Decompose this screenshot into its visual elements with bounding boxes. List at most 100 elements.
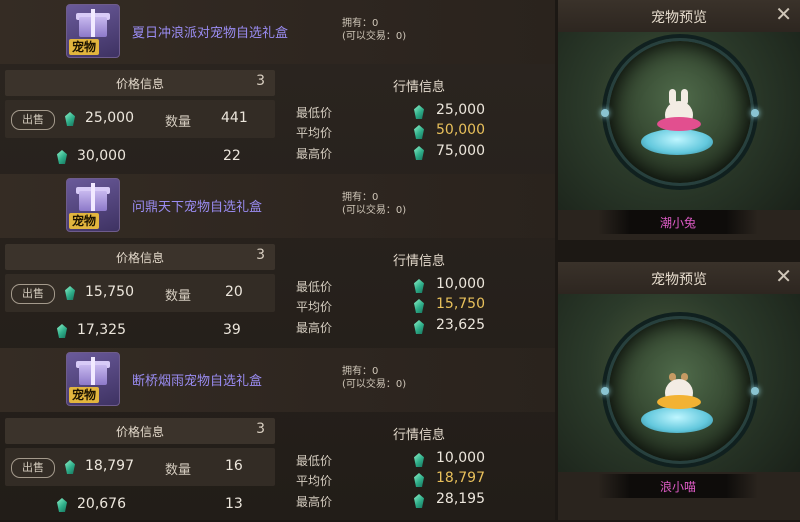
item-header[interactable]: 宠物 断桥烟雨宠物自选礼盒 拥有：0 (可以交易：0) bbox=[0, 348, 555, 412]
pet-portrait-frame bbox=[601, 316, 759, 464]
avg-price-label: 平均价 bbox=[296, 126, 333, 140]
min-price: 10,000 bbox=[436, 276, 485, 292]
gem-icon bbox=[414, 299, 424, 313]
pet-preview-title: 宠物预览 bbox=[651, 10, 707, 26]
listing-quantity: 441 bbox=[221, 110, 248, 126]
tradable-count: (可以交易：0) bbox=[342, 379, 407, 390]
price-panel-title: 价格信息 bbox=[115, 251, 164, 265]
listing-quantity: 20 bbox=[225, 284, 243, 300]
gift-box-icon[interactable]: 宠物 bbox=[66, 178, 120, 232]
listing-quantity: 16 bbox=[225, 458, 243, 474]
gem-icon bbox=[414, 453, 424, 467]
listing-row[interactable]: 20,676 13 bbox=[5, 492, 275, 518]
max-price: 23,625 bbox=[436, 317, 485, 333]
listing-count: 3 bbox=[256, 247, 265, 263]
avg-price: 15,750 bbox=[436, 296, 485, 312]
quantity-label: 数量 bbox=[165, 115, 192, 130]
listing-row[interactable]: 出售 15,750 数量 20 bbox=[5, 274, 275, 312]
max-price-row: 最高价 23,625 bbox=[284, 317, 554, 337]
avg-price-label: 平均价 bbox=[296, 300, 333, 314]
tradable-count: (可以交易：0) bbox=[342, 31, 407, 42]
frame-gem-icon bbox=[601, 109, 609, 117]
gem-icon bbox=[57, 498, 67, 512]
avg-price-label: 平均价 bbox=[296, 474, 333, 488]
pet-model bbox=[657, 367, 701, 411]
listing-count: 3 bbox=[256, 73, 265, 89]
min-price-label: 最低价 bbox=[296, 454, 333, 468]
max-price-label: 最高价 bbox=[296, 321, 333, 335]
owned-count: 拥有：0 bbox=[342, 18, 379, 29]
item-header[interactable]: 宠物 夏日冲浪派对宠物自选礼盒 拥有：0 (可以交易：0) bbox=[0, 0, 555, 64]
max-price: 28,195 bbox=[436, 491, 485, 507]
owned-count: 拥有：0 bbox=[342, 366, 379, 377]
listing-row[interactable]: 出售 18,797 数量 16 bbox=[5, 448, 275, 486]
pet-name: 潮小兔 bbox=[659, 216, 696, 230]
avg-price-row: 平均价 15,750 bbox=[284, 296, 554, 316]
close-icon[interactable]: ✕ bbox=[775, 264, 792, 288]
pet-preview-header: 宠物预览 ✕ bbox=[558, 262, 800, 294]
item-header[interactable]: 宠物 问鼎天下宠物自选礼盒 拥有：0 (可以交易：0) bbox=[0, 174, 555, 238]
market-info-title: 行情信息 bbox=[392, 428, 445, 443]
item-name: 夏日冲浪派对宠物自选礼盒 bbox=[132, 26, 289, 41]
gem-icon bbox=[57, 324, 67, 338]
item-tag: 宠物 bbox=[69, 387, 100, 403]
gem-icon bbox=[414, 105, 424, 119]
price-panel-title: 价格信息 bbox=[115, 425, 164, 439]
listing-row[interactable]: 出售 25,000 数量 441 bbox=[5, 100, 275, 138]
gem-icon bbox=[65, 286, 75, 300]
max-price-label: 最高价 bbox=[296, 495, 333, 509]
item-name: 断桥烟雨宠物自选礼盒 bbox=[132, 374, 263, 389]
listing-row[interactable]: 30,000 22 bbox=[5, 144, 275, 170]
listing-price: 15,750 bbox=[85, 284, 134, 300]
max-price-row: 最高价 28,195 bbox=[284, 491, 554, 511]
frame-gem-icon bbox=[601, 387, 609, 395]
market-info-title: 行情信息 bbox=[392, 254, 445, 269]
pet-preview-panel: 宠物预览 ✕ 浪小喵 bbox=[558, 262, 800, 520]
market-info-title: 行情信息 bbox=[392, 80, 445, 95]
gem-icon bbox=[414, 494, 424, 508]
max-price: 75,000 bbox=[436, 143, 485, 159]
quantity-label: 数量 bbox=[165, 289, 192, 304]
price-panel-header: 价格信息 3 bbox=[5, 244, 275, 270]
min-price-row: 最低价 10,000 bbox=[284, 450, 554, 470]
listing-row[interactable]: 17,325 39 bbox=[5, 318, 275, 344]
pet-name: 浪小喵 bbox=[659, 480, 696, 494]
avg-price-row: 平均价 18,797 bbox=[284, 470, 554, 490]
listing-price: 20,676 bbox=[77, 496, 126, 512]
avg-price: 18,797 bbox=[436, 470, 485, 486]
pet-portrait-frame bbox=[601, 38, 759, 186]
market-info-panel: 行情信息 最低价 10,000 平均价 15,750 最高价 23,625 bbox=[284, 244, 554, 344]
gift-box-icon[interactable]: 宠物 bbox=[66, 352, 120, 406]
frame-gem-icon bbox=[751, 109, 759, 117]
sell-button[interactable]: 出售 bbox=[11, 458, 55, 478]
listing-price: 18,797 bbox=[85, 458, 134, 474]
gem-icon bbox=[414, 279, 424, 293]
price-panel-header: 价格信息 3 bbox=[5, 70, 275, 96]
owned-count: 拥有：0 bbox=[342, 192, 379, 203]
owned-info: 拥有：0 (可以交易：0) bbox=[342, 191, 406, 217]
frame-gem-icon bbox=[751, 387, 759, 395]
gem-icon bbox=[65, 112, 75, 126]
pet-preview-title: 宠物预览 bbox=[651, 272, 707, 288]
item-name: 问鼎天下宠物自选礼盒 bbox=[132, 200, 263, 215]
listing-quantity: 39 bbox=[223, 322, 241, 338]
pet-preview-scene[interactable] bbox=[558, 294, 800, 472]
min-price-label: 最低价 bbox=[296, 280, 333, 294]
market-item: 宠物 断桥烟雨宠物自选礼盒 拥有：0 (可以交易：0) 价格信息 3 出售 18… bbox=[0, 348, 555, 522]
max-price-label: 最高价 bbox=[296, 147, 333, 161]
pet-name-bar: 浪小喵 bbox=[598, 474, 758, 498]
sell-button[interactable]: 出售 bbox=[11, 284, 55, 304]
pet-preview-panel: 宠物预览 ✕ 潮小兔 bbox=[558, 0, 800, 240]
sell-button[interactable]: 出售 bbox=[11, 110, 55, 130]
gem-icon bbox=[65, 460, 75, 474]
price-panel-header: 价格信息 3 bbox=[5, 418, 275, 444]
avg-price-row: 平均价 50,000 bbox=[284, 122, 554, 142]
gem-icon bbox=[414, 146, 424, 160]
min-price: 10,000 bbox=[436, 450, 485, 466]
pet-preview-scene[interactable] bbox=[558, 32, 800, 210]
market-info-panel: 行情信息 最低价 10,000 平均价 18,797 最高价 28,195 bbox=[284, 418, 554, 518]
gem-icon bbox=[414, 473, 424, 487]
close-icon[interactable]: ✕ bbox=[775, 2, 792, 26]
owned-info: 拥有：0 (可以交易：0) bbox=[342, 365, 406, 391]
gift-box-icon[interactable]: 宠物 bbox=[66, 4, 120, 58]
